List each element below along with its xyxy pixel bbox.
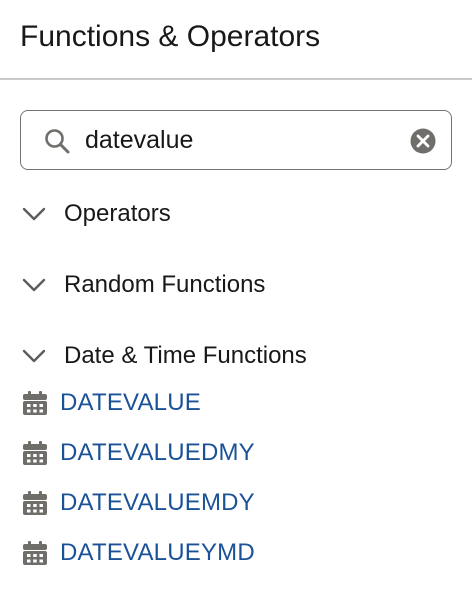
search-icon — [45, 129, 70, 154]
calendar-icon — [23, 541, 47, 565]
panel-title: Functions & Operators — [20, 20, 321, 53]
function-item-datevalue[interactable]: DATEVALUE — [22, 386, 201, 420]
chevron-down-icon — [22, 349, 46, 363]
function-label: DATEVALUEDMY — [60, 439, 255, 466]
chevron-down-icon — [22, 278, 46, 292]
calendar-icon — [23, 441, 47, 465]
search-input[interactable] — [85, 122, 395, 158]
section-random-functions[interactable]: Random Functions — [20, 267, 265, 303]
function-item-datevaluemdy[interactable]: DATEVALUEMDY — [22, 486, 255, 520]
search-box[interactable] — [20, 110, 452, 170]
function-item-datevaluedmy[interactable]: DATEVALUEDMY — [22, 436, 255, 470]
functions-panel: Functions & Operators Operators Random F… — [0, 0, 472, 592]
function-label: DATEVALUE — [60, 389, 201, 416]
calendar-icon — [23, 391, 47, 415]
section-operators[interactable]: Operators — [20, 196, 171, 232]
clear-icon[interactable] — [409, 127, 437, 155]
calendar-icon — [23, 491, 47, 515]
chevron-down-icon — [22, 207, 46, 221]
section-label: Operators — [64, 200, 171, 227]
function-label: DATEVALUEYMD — [60, 539, 255, 566]
section-date-time-functions[interactable]: Date & Time Functions — [20, 338, 307, 374]
function-item-datevalueymd[interactable]: DATEVALUEYMD — [22, 536, 255, 570]
section-label: Date & Time Functions — [64, 342, 307, 369]
function-label: DATEVALUEMDY — [60, 489, 255, 516]
panel-header: Functions & Operators — [0, 0, 472, 80]
section-label: Random Functions — [64, 271, 266, 298]
